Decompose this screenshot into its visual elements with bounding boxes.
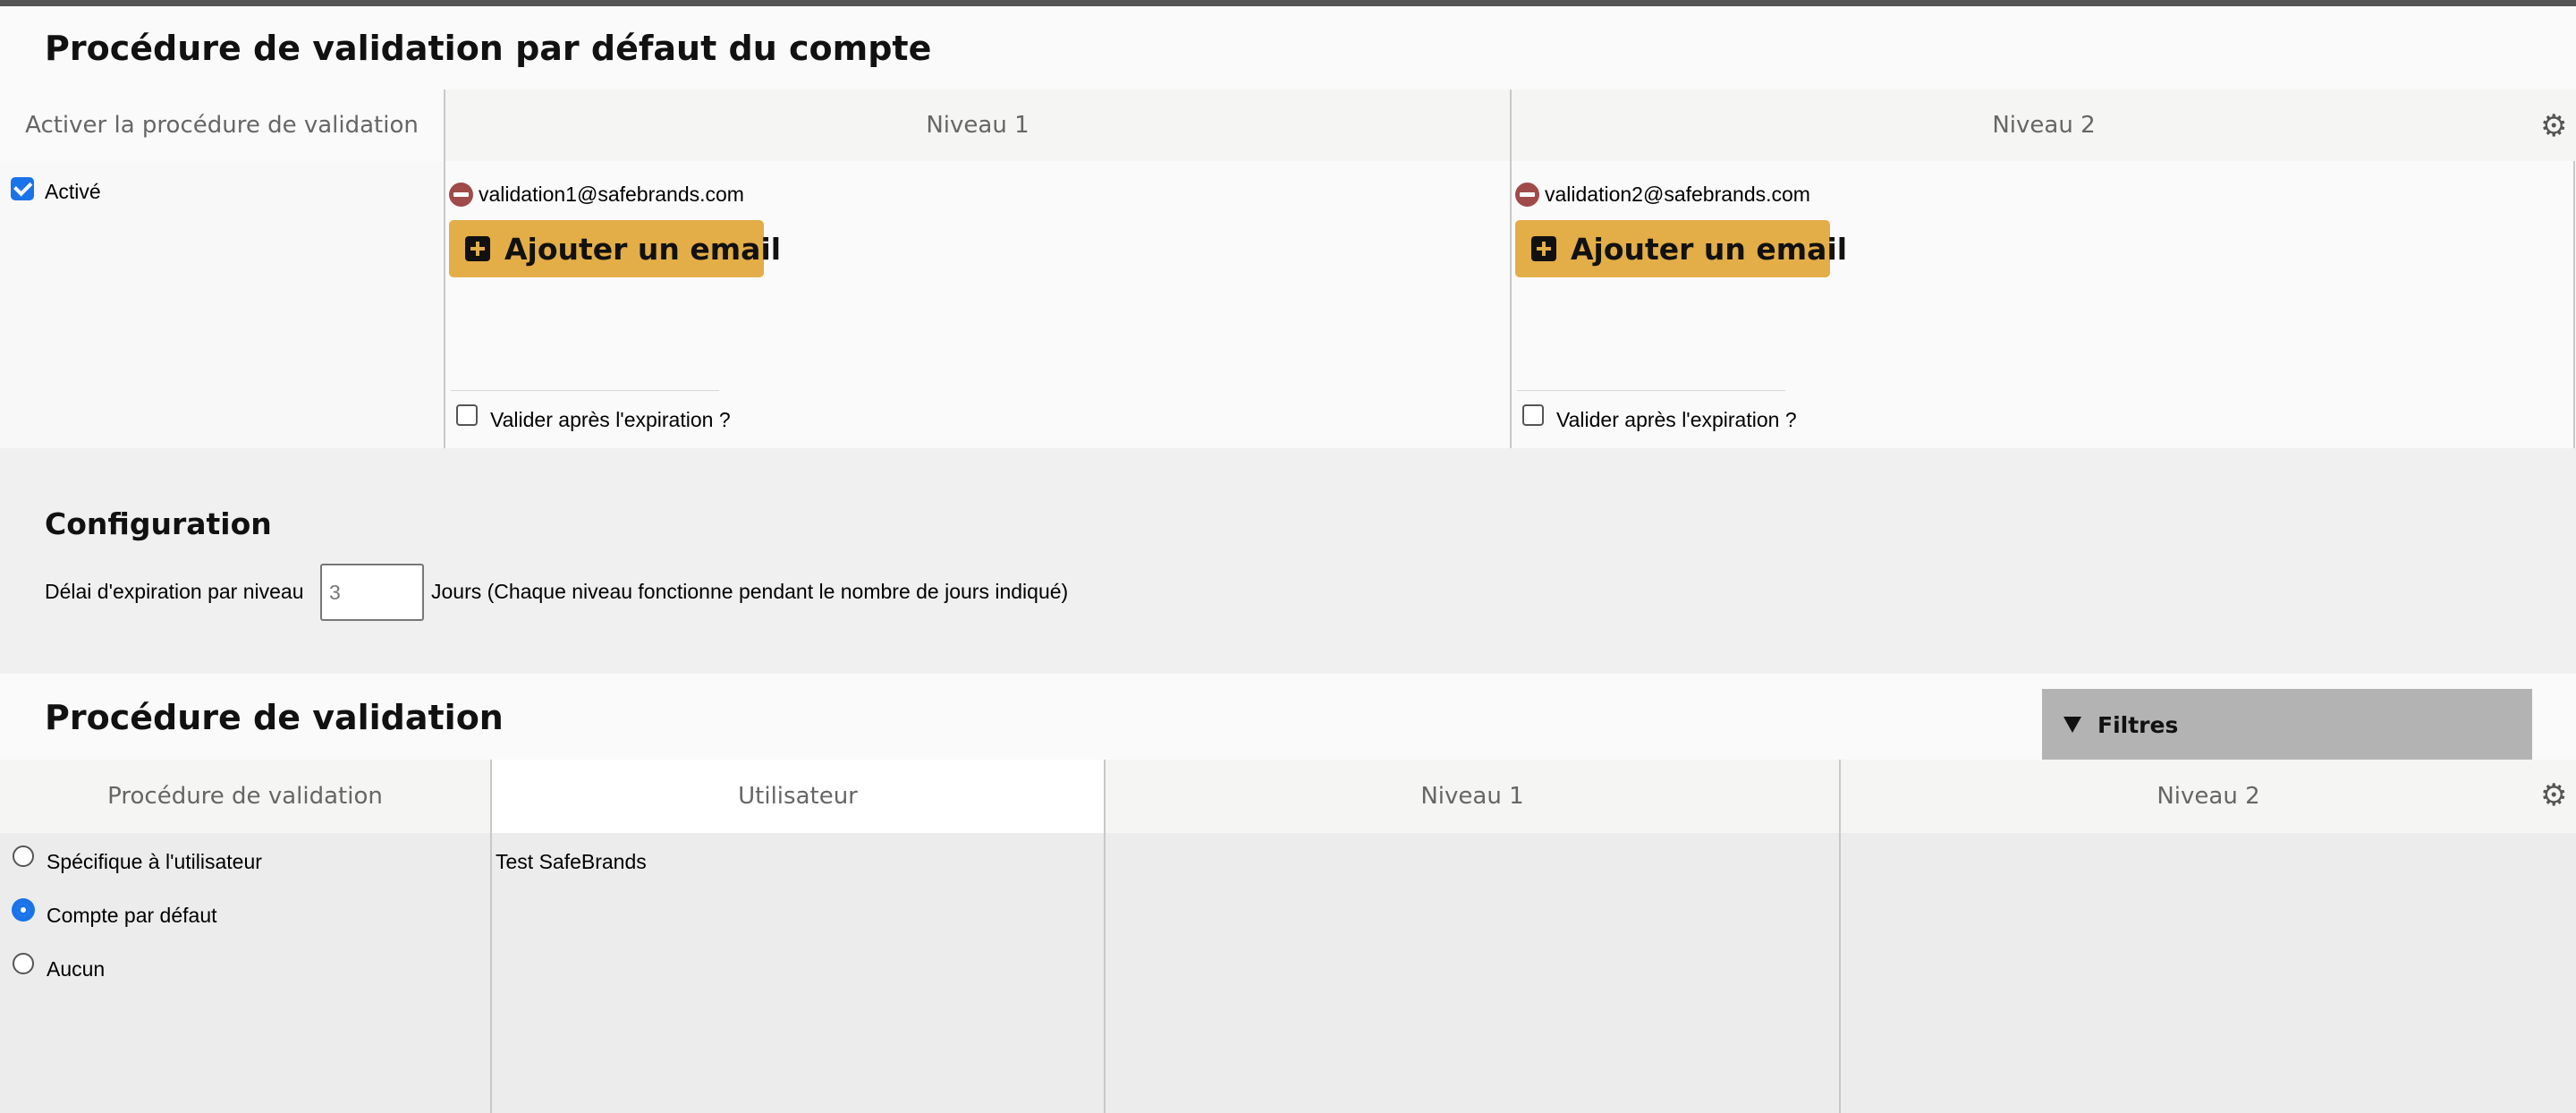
level1-expire-checkbox[interactable]: [456, 404, 478, 426]
delay-input[interactable]: 3: [320, 564, 424, 621]
configuration-title: Configuration: [45, 506, 272, 541]
level1-add-email-button[interactable]: Ajouter un email: [449, 220, 781, 277]
user-name: Test SafeBrands: [496, 850, 647, 873]
column-header-activate: Activer la procédure de validation: [0, 89, 444, 161]
top-bar: [0, 0, 2576, 6]
column-divider: [1510, 89, 1512, 448]
add-email-label: Ajouter un email: [504, 231, 782, 267]
default-procedure-title: Procédure de validation par défaut du co…: [45, 29, 932, 68]
activate-cell: [0, 161, 444, 448]
level2-email: validation2@safebrands.com: [1545, 183, 1810, 206]
column-header-level1: Niveau 1: [445, 89, 1510, 161]
column-header-level2: Niveau 2: [1512, 89, 2576, 161]
column-divider: [490, 760, 492, 1113]
level2-expire-checkbox[interactable]: [1522, 404, 1544, 426]
gear-icon[interactable]: ⚙: [2540, 780, 2567, 811]
level1-email-row: validation1@safebrands.com: [449, 183, 744, 207]
column-divider: [2573, 161, 2575, 448]
option-user-specific: Spécifique à l'utilisateur: [47, 850, 262, 873]
option-none: Aucun: [47, 957, 106, 981]
level1-email: validation1@safebrands.com: [479, 183, 744, 206]
remove-email-icon[interactable]: [449, 183, 473, 207]
column-divider: [1104, 760, 1106, 1113]
filters-button[interactable]: Filtres: [2042, 689, 2532, 760]
level2-add-email-button[interactable]: Ajouter un email: [1515, 220, 1847, 277]
column-divider: [1839, 760, 1841, 1113]
activated-label: Activé: [45, 180, 101, 203]
plus-square-icon: [1531, 236, 1556, 261]
configuration-section: [0, 448, 2576, 674]
filters-label: Filtres: [2097, 711, 2179, 738]
level1-expire-label: Valider après l'expiration ?: [490, 408, 731, 431]
level2-email-row: validation2@safebrands.com: [1515, 183, 1810, 207]
option-account-default: Compte par défaut: [47, 904, 217, 927]
delay-suffix: Jours (Chaque niveau fonctionne pendant …: [431, 580, 1069, 603]
separator: [1517, 390, 1785, 391]
delay-label: Délai d'expiration par niveau: [45, 580, 304, 603]
procedure-title: Procédure de validation: [45, 698, 504, 737]
gear-icon[interactable]: ⚙: [2540, 111, 2567, 141]
column-header-level1: Niveau 1: [1106, 760, 1839, 833]
triangle-down-icon: [2063, 717, 2081, 733]
level2-expire-label: Valider après l'expiration ?: [1556, 408, 1797, 431]
radio-user-specific[interactable]: [13, 845, 34, 867]
radio-none[interactable]: [13, 953, 34, 974]
remove-email-icon[interactable]: [1515, 183, 1539, 207]
separator: [451, 390, 719, 391]
column-header-user: Utilisateur: [492, 760, 1104, 833]
column-header-procedure: Procédure de validation: [0, 760, 490, 833]
add-email-label: Ajouter un email: [1571, 231, 1848, 267]
column-divider: [444, 89, 445, 448]
column-header-level2: Niveau 2: [1841, 760, 2576, 833]
radio-account-default[interactable]: [12, 898, 35, 922]
plus-square-icon: [465, 236, 490, 261]
activate-checkbox[interactable]: [11, 177, 34, 200]
